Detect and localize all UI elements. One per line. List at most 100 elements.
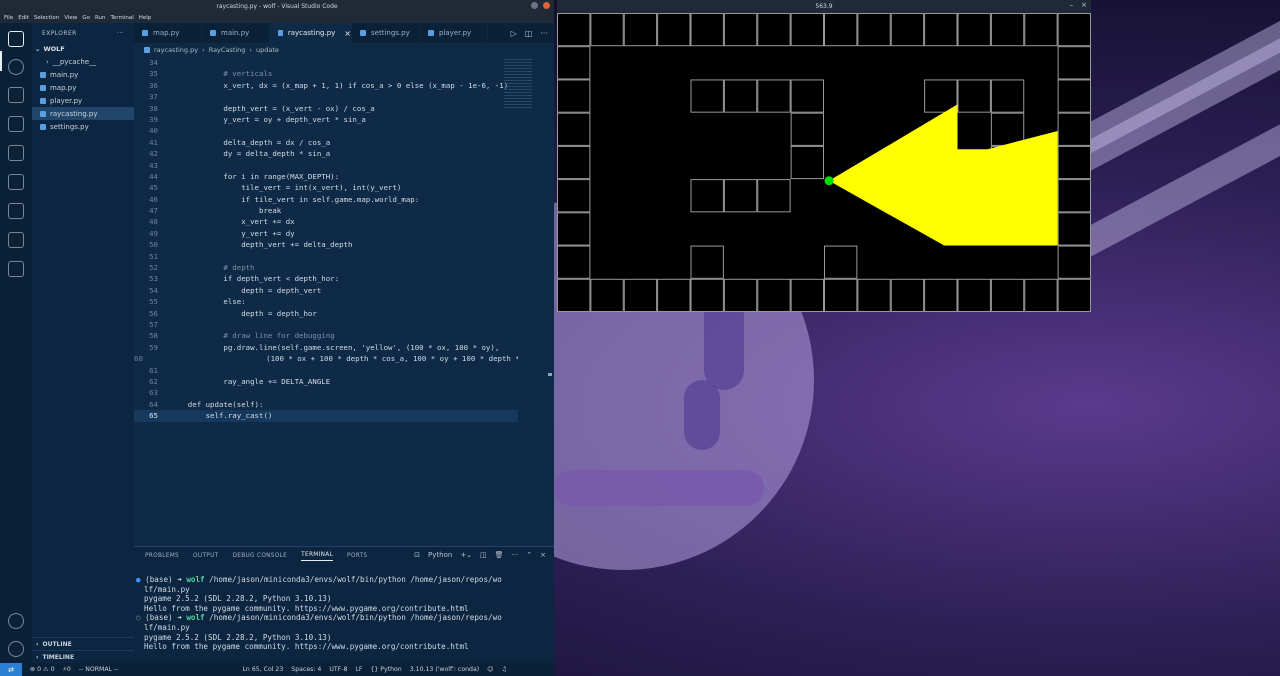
code-line[interactable]: 34 <box>134 57 518 68</box>
menu-run[interactable]: Run <box>95 15 106 21</box>
tab-debug-console[interactable]: DEBUG CONSOLE <box>232 553 287 559</box>
code-line[interactable]: 54 depth = depth_vert <box>134 285 518 296</box>
notifications-bell-icon[interactable]: ♫ <box>502 666 508 673</box>
docker-icon[interactable] <box>8 232 24 248</box>
eol-status[interactable]: LF <box>355 666 362 673</box>
testing-icon[interactable] <box>8 203 24 219</box>
chat-icon[interactable] <box>8 261 24 277</box>
breadcrumb-class[interactable]: RayCasting <box>209 46 246 54</box>
code-line[interactable]: 41 delta_depth = dx / cos_a <box>134 137 518 148</box>
tab-output[interactable]: OUTPUT <box>193 553 218 559</box>
tab-player[interactable]: player.py <box>420 23 488 43</box>
code-line[interactable]: 59 pg.draw.line(self.game.screen, 'yello… <box>134 342 518 353</box>
source-control-icon[interactable] <box>8 87 24 103</box>
code-line[interactable]: 58 # draw line for debugging <box>134 330 518 341</box>
language-status[interactable]: {} Python <box>370 666 401 673</box>
code-line[interactable]: 47 break <box>134 205 518 216</box>
timeline-section[interactable]: › TIMELINE <box>32 650 134 663</box>
code-line[interactable]: 38 depth_vert = (x_vert - ox) / cos_a <box>134 103 518 114</box>
close-panel-icon[interactable]: × <box>540 551 546 559</box>
explorer-item-player[interactable]: player.py <box>32 94 134 107</box>
code-line[interactable]: 62 ray_angle += DELTA_ANGLE <box>134 376 518 387</box>
tab-ports[interactable]: PORTS <box>347 553 367 559</box>
close-button[interactable] <box>543 2 550 9</box>
code-line[interactable]: 50 depth_vert += delta_depth <box>134 239 518 250</box>
explorer-more-button[interactable]: ··· <box>117 30 124 37</box>
remote-explorer-icon[interactable] <box>8 174 24 190</box>
tab-raycasting[interactable]: raycasting.py × <box>270 23 352 43</box>
close-tab-icon[interactable]: × <box>344 29 351 38</box>
code-line[interactable]: 55 else: <box>134 296 518 307</box>
breadcrumb-file[interactable]: raycasting.py <box>154 46 198 54</box>
code-line[interactable]: 39 y_vert = oy + depth_vert * sin_a <box>134 114 518 125</box>
code-line[interactable]: 57 <box>134 319 518 330</box>
code-line[interactable]: 42 dy = delta_depth * sin_a <box>134 148 518 159</box>
minimap[interactable] <box>504 59 532 109</box>
code-line[interactable]: 48 x_vert += dx <box>134 216 518 227</box>
menu-edit[interactable]: Edit <box>18 15 29 21</box>
code-line[interactable]: 40 <box>134 125 518 136</box>
minimize-button[interactable] <box>531 2 538 9</box>
explorer-item-settings[interactable]: settings.py <box>32 120 134 133</box>
extensions-icon[interactable] <box>8 145 24 161</box>
tab-main[interactable]: main.py <box>202 23 270 43</box>
breadcrumb-method[interactable]: update <box>256 46 279 54</box>
code-line[interactable]: 43 <box>134 160 518 171</box>
code-line[interactable]: 60 (100 * ox + 100 * depth * cos_a, 100 … <box>134 353 518 364</box>
problems-status[interactable]: ⊗ 0 ⚠ 0 <box>30 666 55 673</box>
more-actions-icon[interactable]: ··· <box>540 29 548 38</box>
menu-help[interactable]: Help <box>139 15 152 21</box>
new-terminal-icon[interactable]: +⌄ <box>460 551 472 559</box>
maximize-panel-icon[interactable]: ⌃ <box>526 551 532 559</box>
explorer-item-map[interactable]: map.py <box>32 81 134 94</box>
code-line[interactable]: 37 <box>134 91 518 102</box>
code-line[interactable]: 49 y_vert += dy <box>134 228 518 239</box>
copilot-icon[interactable]: ☺ <box>487 666 493 673</box>
pygame-canvas[interactable] <box>557 13 1091 312</box>
code-line[interactable]: 45 tile_vert = int(x_vert), int(y_vert) <box>134 182 518 193</box>
tab-terminal[interactable]: TERMINAL <box>301 552 334 561</box>
kill-terminal-icon[interactable]: 🗑 <box>495 551 504 559</box>
code-line[interactable]: 63 <box>134 387 518 398</box>
code-line[interactable]: 51 <box>134 251 518 262</box>
code-line[interactable]: 53 if depth_vert < depth_hor: <box>134 273 518 284</box>
code-line[interactable]: 61 <box>134 365 518 376</box>
outline-section[interactable]: › OUTLINE <box>32 637 134 650</box>
terminal-shell-label[interactable]: Python <box>428 551 452 559</box>
minimize-button[interactable]: – <box>1070 1 1074 9</box>
tab-map[interactable]: map.py <box>134 23 202 43</box>
remote-indicator-icon[interactable]: ⇄ <box>0 663 22 676</box>
code-line[interactable]: 65 self.ray_cast() <box>134 410 518 422</box>
menu-file[interactable]: File <box>4 15 13 21</box>
scrollbar-thumb[interactable] <box>548 373 552 376</box>
terminal-output[interactable]: ● (base) ➜ wolf /home/jason/miniconda3/e… <box>136 575 546 652</box>
split-editor-icon[interactable]: ◫ <box>525 29 533 38</box>
split-terminal-icon[interactable]: ◫ <box>480 551 487 559</box>
close-button[interactable]: × <box>1081 1 1087 9</box>
tab-settings[interactable]: settings.py <box>352 23 420 43</box>
code-line[interactable]: 52 # depth <box>134 262 518 273</box>
code-line[interactable]: 35 # verticals <box>134 68 518 79</box>
explorer-item-main[interactable]: main.py <box>32 68 134 81</box>
code-line[interactable]: 36 x_vert, dx = (x_map + 1, 1) if cos_a … <box>134 80 518 91</box>
code-line[interactable]: 46 if tile_vert in self.game.map.world_m… <box>134 194 518 205</box>
more-actions-icon[interactable]: ··· <box>512 551 519 559</box>
search-icon[interactable] <box>8 59 24 75</box>
explorer-item-pycache[interactable]: › __pycache__ <box>32 55 134 68</box>
tab-problems[interactable]: PROBLEMS <box>145 553 179 559</box>
indentation-status[interactable]: Spaces: 4 <box>291 666 321 673</box>
interpreter-status[interactable]: 3.10.13 ('wolf': conda) <box>410 666 479 673</box>
explorer-icon[interactable] <box>8 31 24 47</box>
settings-gear-icon[interactable] <box>8 641 24 657</box>
menu-go[interactable]: Go <box>82 15 90 21</box>
cursor-position-status[interactable]: Ln 65, Col 23 <box>242 666 283 673</box>
code-line[interactable]: 64 def update(self): <box>134 399 518 410</box>
encoding-status[interactable]: UTF-8 <box>329 666 347 673</box>
ports-status[interactable]: ⚡0 <box>63 666 71 673</box>
code-editor[interactable]: 34 35 # verticals 36 x_vert, dx = (x_map +… <box>134 57 518 546</box>
account-icon[interactable] <box>8 613 24 629</box>
workspace-folder[interactable]: ⌄ WOLF <box>32 43 134 55</box>
code-line[interactable]: 44 for i in range(MAX_DEPTH): <box>134 171 518 182</box>
menu-view[interactable]: View <box>64 15 77 21</box>
explorer-item-raycasting[interactable]: raycasting.py <box>32 107 134 120</box>
